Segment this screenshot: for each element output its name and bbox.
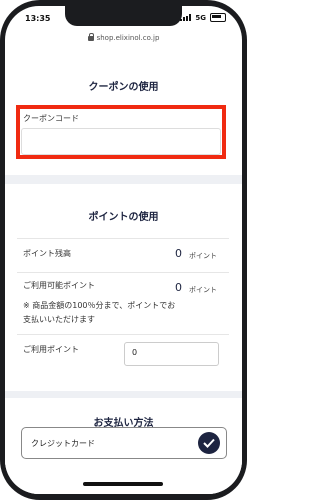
phone-frame: 13:35 5G shop.elixinol.co.jp クーポンの使用 クーポ… <box>0 0 247 500</box>
signal-icon <box>180 14 192 21</box>
url-text: shop.elixinol.co.jp <box>96 34 160 42</box>
lock-icon <box>87 32 94 41</box>
coupon-card: クーポンの使用 クーポンコード <box>5 48 242 175</box>
use-points-label: ご利用ポイント <box>23 345 79 354</box>
use-points-input[interactable]: 0 <box>124 342 219 366</box>
payment-method-credit-card[interactable]: クレジットカード <box>21 427 227 459</box>
points-note-line2: 支払いいただけます <box>23 315 95 324</box>
battery-icon <box>210 13 226 22</box>
point-balance-value: 0 <box>175 247 182 260</box>
point-balance-label: ポイント残高 <box>23 249 71 258</box>
screen: 13:35 5G shop.elixinol.co.jp クーポンの使用 クーポ… <box>5 6 242 494</box>
coupon-code-input[interactable] <box>21 128 221 155</box>
page-content: クーポンの使用 クーポンコード ポイントの使用 ポイント残高 0 ポイント ご利… <box>5 48 242 494</box>
status-icons: 5G <box>180 13 226 22</box>
url-bar[interactable]: shop.elixinol.co.jp <box>5 30 242 46</box>
points-note-line1: ※ 商品金額の100％分まで、ポイントでお <box>23 301 176 310</box>
divider <box>17 272 229 273</box>
points-title: ポイントの使用 <box>88 212 159 223</box>
home-indicator <box>83 482 163 486</box>
coupon-title: クーポンの使用 <box>88 82 159 93</box>
divider <box>17 334 229 335</box>
network-label: 5G <box>195 13 206 22</box>
divider <box>17 238 229 239</box>
payment-method-label: クレジットカード <box>31 439 95 448</box>
status-time: 13:35 <box>25 14 51 23</box>
available-points-unit: ポイント <box>189 286 217 294</box>
coupon-code-label: クーポンコード <box>23 114 79 123</box>
available-points-label: ご利用可能ポイント <box>23 281 95 290</box>
check-icon <box>198 432 220 454</box>
point-balance-unit: ポイント <box>189 252 217 260</box>
points-note: ※ 商品金額の100％分まで、ポイントでお 支払いいただけます <box>23 299 228 327</box>
status-bar: 13:35 5G <box>5 6 242 28</box>
available-points-value: 0 <box>175 281 182 294</box>
notch <box>65 6 182 26</box>
